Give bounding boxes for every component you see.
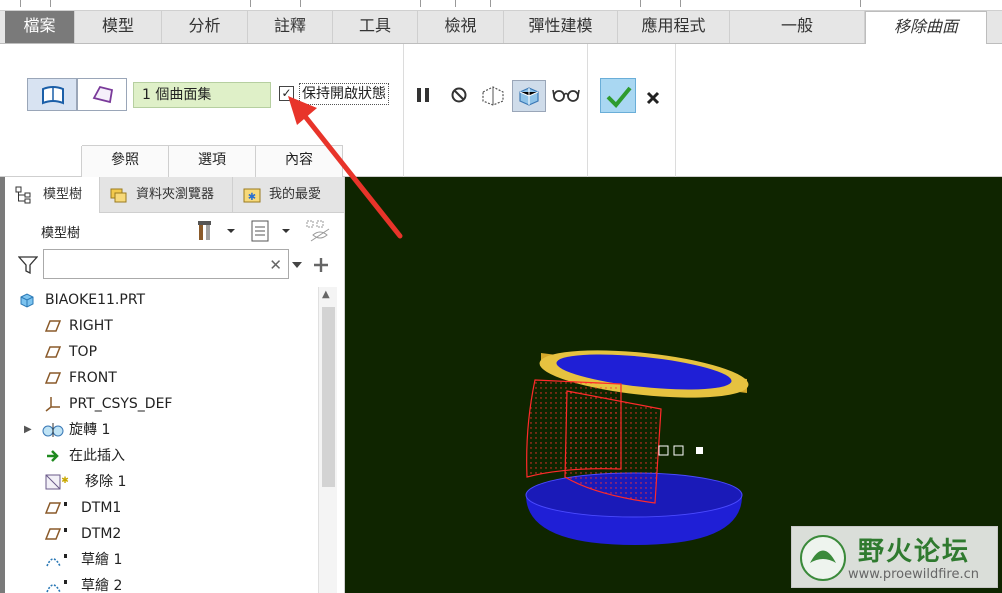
watermark: 野火论坛 www.proewildfire.cn <box>791 526 998 588</box>
watermark-logo-icon <box>800 535 846 581</box>
watermark-url: www.proewildfire.cn <box>848 567 979 582</box>
annotation-arrow <box>288 96 403 239</box>
watermark-title: 野火论坛 <box>858 537 971 567</box>
